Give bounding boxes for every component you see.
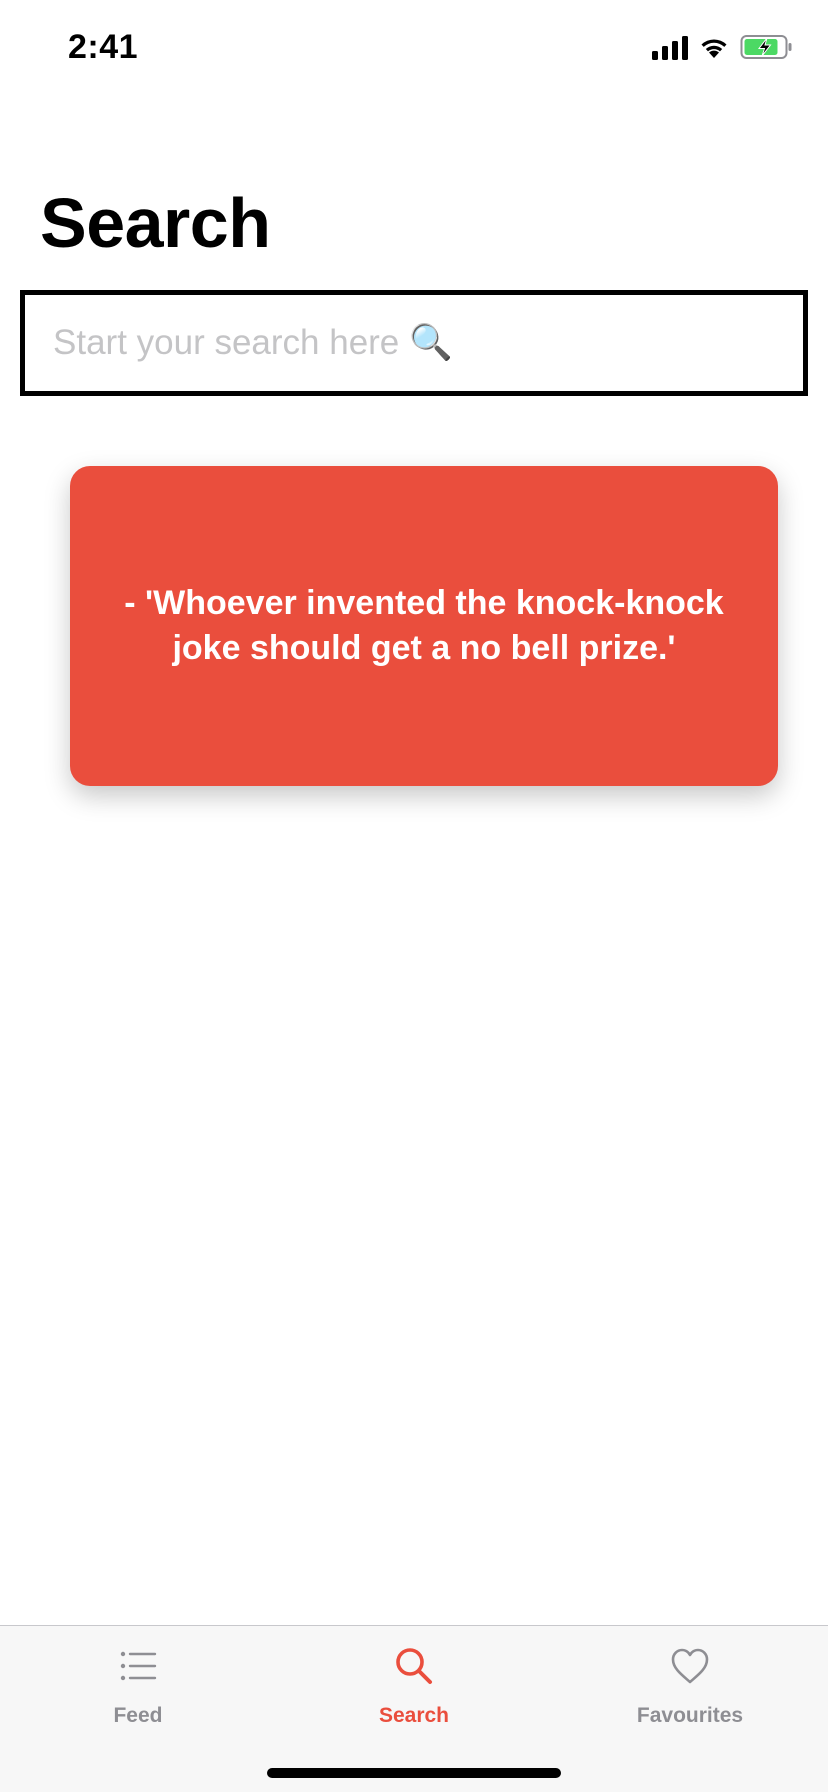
tab-bar: Feed Search Favourites [0,1625,828,1792]
tab-favourites-label: Favourites [636,1704,744,1727]
cellular-signal-icon [652,34,688,60]
tab-search[interactable]: Search [314,1644,514,1728]
battery-charging-icon [740,35,792,59]
wifi-icon [701,39,727,58]
status-bar: 2:41 [0,0,828,100]
list-icon [120,1651,157,1681]
search-box[interactable] [20,290,808,396]
home-indicator [267,1768,561,1778]
joke-text: - 'Whoever invented the knock-knock joke… [124,584,724,667]
search-icon [396,1648,432,1684]
search-input[interactable] [25,295,803,391]
heart-icon [671,1648,709,1684]
status-icons [652,34,794,60]
page-title: Search [40,184,271,262]
tab-search-label: Search [378,1704,450,1727]
joke-card[interactable]: - 'Whoever invented the knock-knock joke… [70,466,778,786]
tab-feed[interactable]: Feed [38,1644,238,1728]
tab-feed-label: Feed [113,1704,163,1727]
status-time: 2:41 [68,28,139,66]
tab-favourites[interactable]: Favourites [590,1644,790,1728]
